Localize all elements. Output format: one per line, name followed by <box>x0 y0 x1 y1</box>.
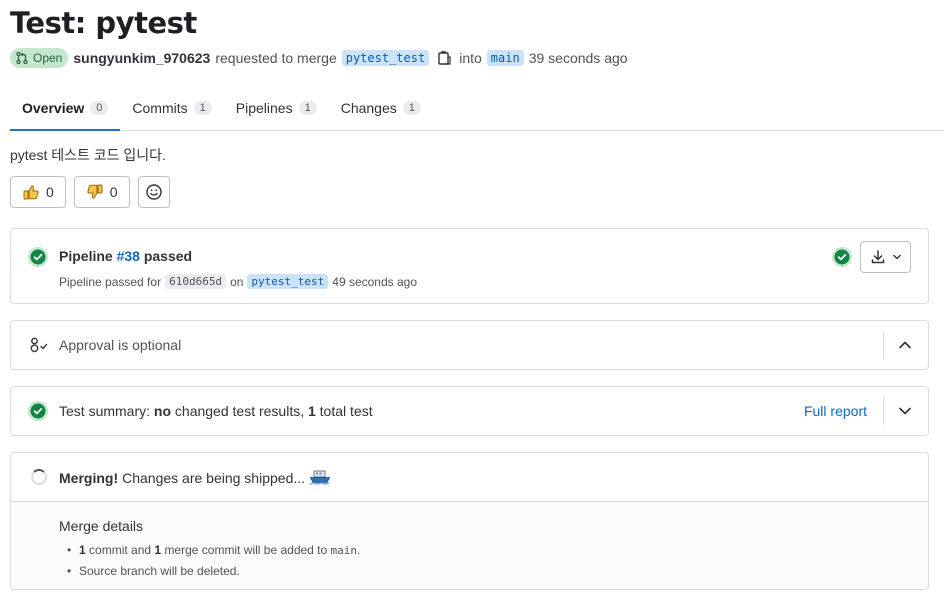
list-text: commit and <box>89 543 152 557</box>
pipeline-subtitle: Pipeline passed for 610d665d on pytest_t… <box>59 274 417 289</box>
requested-text: requested to merge <box>215 50 337 66</box>
merge-request-icon <box>16 51 28 65</box>
copy-icon <box>438 51 451 65</box>
check-circle-icon[interactable] <box>831 246 853 268</box>
chevron-down-icon <box>899 407 911 415</box>
description: pytest 테스트 코드 입니다. <box>10 147 166 163</box>
tab-commits[interactable]: Commits 1 <box>120 86 223 130</box>
thumbs-down-button[interactable]: 0 <box>73 176 130 208</box>
status-badge-label: Open <box>33 51 63 65</box>
download-icon <box>871 250 884 264</box>
list-text: merge commit will be added to <box>164 543 328 557</box>
time-ago: 39 seconds ago <box>528 50 628 66</box>
divider <box>883 397 884 425</box>
tab-bar: Overview 0 Commits 1 Pipelines 1 Changes… <box>10 86 944 131</box>
merge-widget: Merging! Changes are being shipped... Me… <box>10 452 929 590</box>
test-summary-mid: changed test results, <box>174 403 305 419</box>
into-text: into <box>459 50 482 66</box>
merge-status-text: Changes are being shipped... <box>122 470 306 486</box>
add-reaction-button[interactable] <box>137 176 170 208</box>
source-branch[interactable]: pytest_test <box>341 50 430 66</box>
pipeline-branch[interactable]: pytest_test <box>247 274 329 289</box>
author-link[interactable]: sungyunkim_970623 <box>73 50 210 66</box>
merge-details-list: 1 commit and 1 merge commit will be adde… <box>67 542 361 584</box>
pipeline-prefix: Pipeline <box>59 248 113 264</box>
tab-overview[interactable]: Overview 0 <box>10 86 121 131</box>
thumbs-down-count: 0 <box>109 184 118 200</box>
full-report-link[interactable]: Full report <box>804 403 867 419</box>
divider <box>883 331 884 359</box>
test-summary-bold-1: no <box>153 403 172 419</box>
merge-request-meta: Open sungyunkim_970623 requested to merg… <box>10 47 628 69</box>
thumbs-down-icon <box>87 184 103 199</box>
target-branch-name: main <box>330 544 358 557</box>
pipeline-sub-prefix: Pipeline passed for <box>59 274 162 289</box>
chevron-up-icon <box>899 341 911 349</box>
merge-header: Merging! Changes are being shipped... <box>11 453 928 502</box>
page-title: Test: pytest <box>10 6 197 40</box>
smiley-icon <box>145 184 162 200</box>
pipeline-status-text: passed <box>143 248 193 264</box>
thumbs-up-button[interactable]: 0 <box>10 176 66 208</box>
merge-details: Merge details 1 commit and 1 merge commi… <box>11 502 928 589</box>
commit-sha[interactable]: 610d665d <box>165 274 227 289</box>
list-item: 1 commit and 1 merge commit will be adde… <box>67 542 361 563</box>
test-summary-prefix: Test summary: <box>59 403 151 419</box>
tab-count: 1 <box>193 101 212 115</box>
tab-label: Commits <box>132 100 188 116</box>
check-circle-icon[interactable] <box>27 246 49 268</box>
pipeline-link[interactable]: #38 <box>117 248 140 264</box>
tab-count: 1 <box>402 101 421 115</box>
merge-status: Merging! Changes are being shipped... <box>59 469 331 487</box>
thumbs-up-count: 0 <box>46 184 54 200</box>
copy-branch-button[interactable] <box>436 50 452 66</box>
approval-text: Approval is optional <box>59 337 182 353</box>
merge-details-title: Merge details <box>59 518 144 534</box>
spinner-icon <box>31 469 47 485</box>
tab-label: Pipelines <box>235 100 293 116</box>
expand-test-summary-button[interactable] <box>896 402 914 420</box>
pipeline-title: Pipeline #38 passed <box>59 248 192 264</box>
approval-icon <box>30 337 48 353</box>
pipeline-time-ago: 49 seconds ago <box>332 274 418 289</box>
commit-count: 1 <box>79 543 86 557</box>
test-summary-bold-2: 1 <box>307 403 316 419</box>
award-emoji-bar: 0 0 <box>10 176 170 208</box>
chevron-down-icon <box>892 254 901 260</box>
tab-pipelines[interactable]: Pipelines 1 <box>224 86 329 130</box>
list-text-end: . <box>357 543 361 557</box>
status-badge: Open <box>10 48 69 68</box>
pipeline-widget: Pipeline #38 passed Pipeline passed for … <box>10 228 929 304</box>
test-summary-widget: Test summary: no changed test results, 1… <box>10 386 929 436</box>
list-item: Source branch will be deleted. <box>67 563 360 584</box>
tab-label: Overview <box>22 100 85 116</box>
on-text: on <box>230 274 244 289</box>
check-circle-icon <box>28 401 48 421</box>
tab-count: 1 <box>298 101 317 115</box>
tab-label: Changes <box>340 100 397 116</box>
thumbs-up-icon <box>23 185 39 200</box>
target-branch[interactable]: main <box>486 50 524 66</box>
collapse-approval-button[interactable] <box>896 336 914 354</box>
test-summary-suffix: total test <box>319 403 373 419</box>
merge-commit-count: 1 <box>154 543 162 557</box>
test-summary-text: Test summary: no changed test results, 1… <box>59 403 373 419</box>
tab-changes[interactable]: Changes 1 <box>329 86 433 130</box>
ship-icon <box>309 470 331 485</box>
approval-widget: Approval is optional <box>10 320 929 370</box>
tab-count: 0 <box>90 101 109 115</box>
merge-status-bold: Merging! <box>59 470 119 486</box>
download-artifacts-button[interactable] <box>860 241 911 273</box>
